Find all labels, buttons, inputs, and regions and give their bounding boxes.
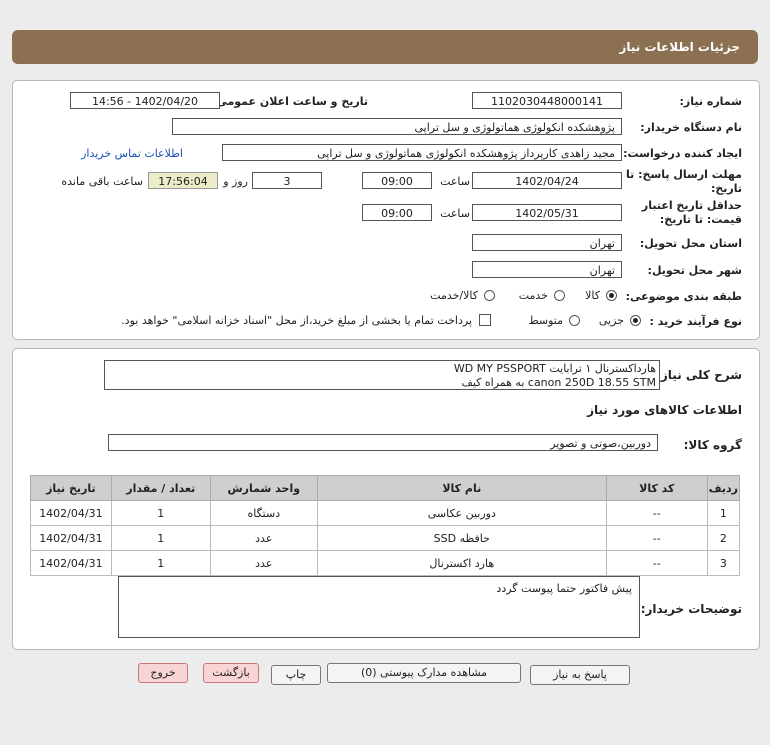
requester-field: مجید زاهدی کارپرداز پژوهشکده انکولوژی هم… <box>222 144 622 161</box>
table-row: 3 -- هارد اکسترنال عدد 1 1402/04/31 <box>30 550 741 576</box>
cell-row: 2 <box>706 525 741 551</box>
goods-table: ردیف کد کالا نام کالا واحد شمارش تعداد /… <box>30 475 741 576</box>
buyer-org-field: پژوهشکده انکولوژی هماتولوژی و سل تراپی <box>172 118 622 135</box>
validity-date-field: 1402/05/31 <box>472 204 622 221</box>
treasury-payment-note: پرداخت تمام یا بخشی از مبلغ خرید،از محل … <box>121 314 472 327</box>
reply-button[interactable]: پاسخ به نیاز <box>530 665 630 685</box>
cell-qty: 1 <box>110 525 211 551</box>
process-option-medium: متوسط <box>528 314 563 327</box>
category-radio-goods[interactable] <box>606 290 617 301</box>
validity-label-line1: حداقل تاریخ اعتبار <box>641 199 742 212</box>
cell-name: هارد اکسترنال <box>316 550 607 576</box>
cell-code: -- <box>605 550 708 576</box>
back-button[interactable]: بازگشت <box>203 663 259 683</box>
announce-label: تاریخ و ساعت اعلان عمومی: <box>211 95 368 108</box>
category-radio-goods-service[interactable] <box>484 290 495 301</box>
cell-name: حافظه SSD <box>316 525 607 551</box>
print-button[interactable]: چاپ <box>271 665 321 685</box>
cell-row: 1 <box>706 500 741 526</box>
summary-label: شرح کلی نیاز: <box>656 368 742 382</box>
requester-label: ایجاد کننده درخواست: <box>623 147 742 160</box>
contact-buyer-link[interactable]: اطلاعات تماس خریدار <box>81 147 183 160</box>
announce-field: 1402/04/20 - 14:56 <box>70 92 220 109</box>
col-name: نام کالا <box>316 475 607 501</box>
attachments-button[interactable]: مشاهده مدارک پیوستی (0) <box>327 663 521 683</box>
validity-time-label: ساعت <box>440 207 470 220</box>
col-row: ردیف <box>706 475 741 501</box>
deadline-label-line1: مهلت ارسال پاسخ: تا <box>626 168 742 181</box>
category-radio-service[interactable] <box>554 290 565 301</box>
deadline-time-field: 09:00 <box>362 172 432 189</box>
treasury-payment-checkbox[interactable] <box>479 314 491 326</box>
page-header: جزئیات اطلاعات نیاز <box>12 30 758 64</box>
city-label: شهر محل تحویل: <box>647 264 742 277</box>
table-row: 1 -- دوربین عکاسی دستگاه 1 1402/04/31 <box>30 500 741 526</box>
cell-row: 3 <box>706 550 741 576</box>
page-title: جزئیات اطلاعات نیاز <box>619 40 740 54</box>
process-label: نوع فرآیند خرید : <box>649 315 742 328</box>
days-label: روز و <box>223 175 248 188</box>
cell-unit: عدد <box>209 525 318 551</box>
exit-button[interactable]: خروج <box>138 663 188 683</box>
process-option-minor: جزیی <box>598 314 624 327</box>
col-date: تاریخ نیاز <box>30 475 112 501</box>
table-row: 2 -- حافظه SSD عدد 1 1402/04/31 <box>30 525 741 551</box>
category-option-service: خدمت <box>518 289 548 302</box>
category-option-goods-service: کالا/خدمت <box>430 289 478 302</box>
cell-unit: عدد <box>209 550 318 576</box>
col-qty: تعداد / مقدار <box>110 475 211 501</box>
province-field: تهران <box>472 234 622 251</box>
cell-date: 1402/04/31 <box>30 525 112 551</box>
goods-section-title: اطلاعات کالاهای مورد نیاز <box>587 403 742 417</box>
process-radio-minor[interactable] <box>630 315 641 326</box>
cell-name: دوربین عکاسی <box>316 500 607 526</box>
summary-line-1: هارداکسترنال ۱ ترابایت WD MY PSSPORT <box>453 362 656 375</box>
col-unit: واحد شمارش <box>209 475 318 501</box>
need-number-label: شماره نیاز: <box>679 95 742 108</box>
validity-time-field: 09:00 <box>362 204 432 221</box>
col-code: کد کالا <box>605 475 708 501</box>
cell-date: 1402/04/31 <box>30 500 112 526</box>
buyer-notes-label: توضیحات خریدار: <box>640 602 742 616</box>
buyer-org-label: نام دستگاه خریدار: <box>640 121 742 134</box>
cell-unit: دستگاه <box>209 500 318 526</box>
summary-line-2: canon 250D 18.55 STM به همراه کیف <box>461 376 656 389</box>
deadline-label-line2: تاریخ: <box>710 182 742 195</box>
goods-group-field: دوربین،صوتی و تصویر <box>108 434 658 451</box>
validity-label-line2: قیمت: تا تاریخ: <box>659 213 742 226</box>
cell-code: -- <box>605 500 708 526</box>
goods-table-header: ردیف کد کالا نام کالا واحد شمارش تعداد /… <box>30 475 741 501</box>
cell-qty: 1 <box>110 500 211 526</box>
category-option-goods: کالا <box>585 289 600 302</box>
cell-date: 1402/04/31 <box>30 550 112 576</box>
province-label: استان محل تحویل: <box>639 237 742 250</box>
deadline-time-label: ساعت <box>440 175 470 188</box>
deadline-date-field: 1402/04/24 <box>472 172 622 189</box>
buyer-notes-text: پیش فاکتور حتما پیوست گردد <box>496 582 632 595</box>
days-field: 3 <box>252 172 322 189</box>
remaining-time-field: 17:56:04 <box>148 172 218 189</box>
cell-code: -- <box>605 525 708 551</box>
remaining-label: ساعت باقی مانده <box>61 175 143 188</box>
process-radio-medium[interactable] <box>569 315 580 326</box>
cell-qty: 1 <box>110 550 211 576</box>
city-field: تهران <box>472 261 622 278</box>
category-label: طبقه بندی موضوعی: <box>625 290 742 303</box>
need-number-field: 1102030448000141 <box>472 92 622 109</box>
goods-group-label: گروه کالا: <box>683 438 742 452</box>
